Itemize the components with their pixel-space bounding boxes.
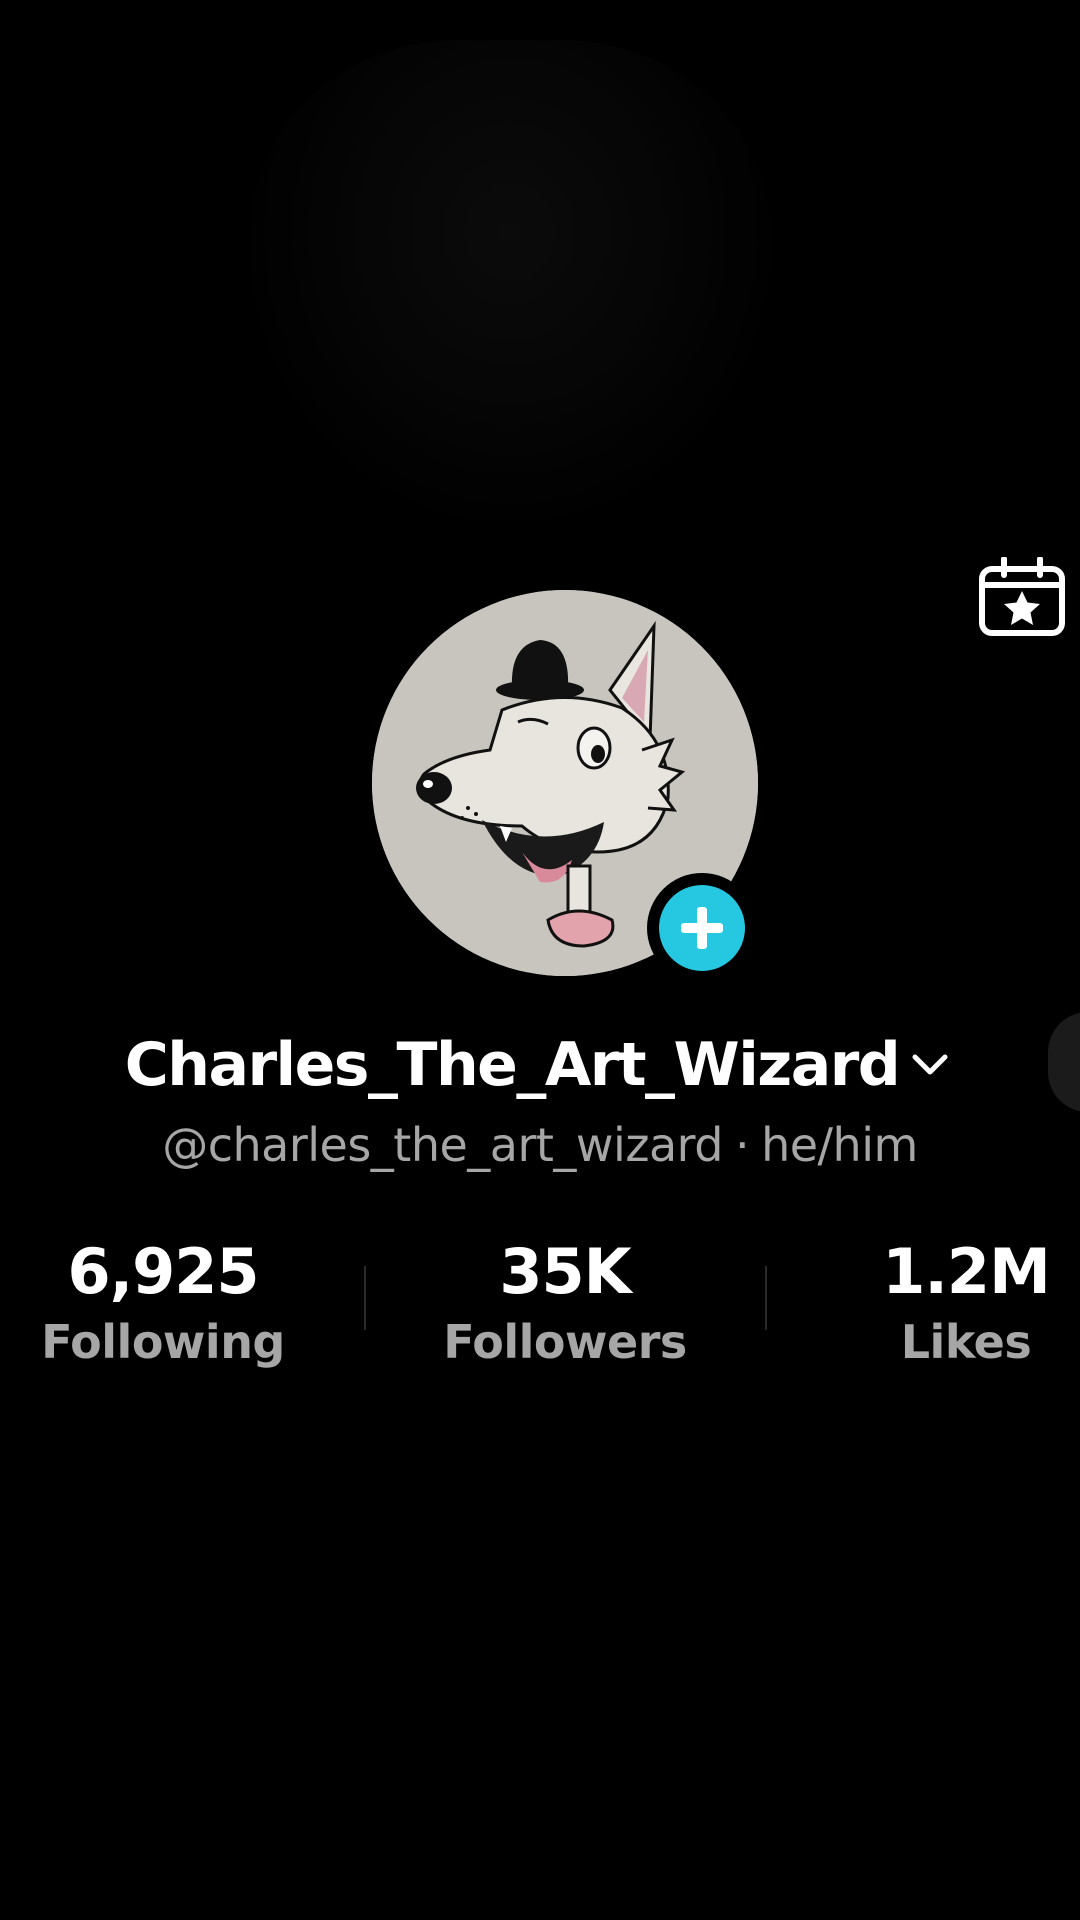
profile-stats: 6,925 Following 35K Followers 1.2M Likes [0,1232,1080,1382]
following-label: Following [41,1315,285,1369]
stat-following[interactable]: 6,925 Following [0,1232,343,1372]
username: @charles_the_art_wizard [162,1118,723,1172]
likes-count: 1.2M [882,1235,1051,1308]
following-count: 6,925 [67,1235,259,1308]
pronouns: he/him [761,1118,918,1172]
calendar-star-button[interactable] [978,557,1066,637]
display-name-row: Charles_The_Art_Wizard [0,1025,1080,1105]
separator-dot: · [734,1118,750,1172]
background-video-frame [250,40,770,520]
calendar-star-icon [979,557,1065,636]
display-name: Charles_The_Art_Wizard [124,1030,901,1100]
chevron-down-icon[interactable] [905,1045,955,1085]
likes-label: Likes [900,1315,1032,1369]
followers-count: 35K [499,1235,631,1308]
plus-icon [659,885,745,971]
follow-plus-button[interactable] [647,873,757,983]
avatar-container [372,590,758,983]
stat-divider [765,1266,767,1330]
stat-divider [364,1266,366,1330]
followers-label: Followers [443,1315,687,1369]
profile-screen: Charles_The_Art_Wizard @charles_the_art_… [0,0,1080,1920]
stat-likes[interactable]: 1.2M Likes [786,1232,1080,1372]
handle-row: @charles_the_art_wizard · he/him [0,1118,1080,1178]
stat-followers[interactable]: 35K Followers [385,1232,745,1372]
